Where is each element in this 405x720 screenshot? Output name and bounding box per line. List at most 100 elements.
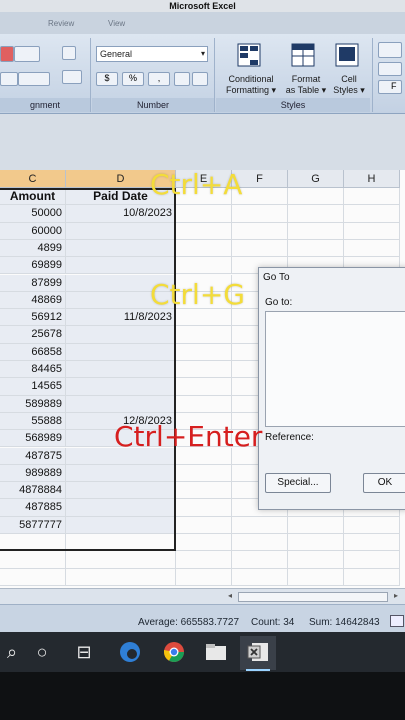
cell[interactable] — [176, 309, 232, 327]
cell[interactable] — [232, 516, 288, 534]
cell-amount[interactable]: 4878884 — [0, 482, 66, 500]
scroll-left-icon[interactable]: ◂ — [228, 591, 232, 600]
cell-paid-date[interactable] — [66, 464, 176, 483]
cell-paid-date[interactable] — [66, 516, 176, 534]
search-icon[interactable]: ⌕ — [0, 640, 24, 664]
cell[interactable] — [288, 551, 344, 569]
edge-icon[interactable] — [118, 640, 142, 664]
cell[interactable] — [176, 257, 232, 275]
excel-icon[interactable] — [246, 640, 270, 664]
cell[interactable] — [0, 551, 66, 569]
cell-amount[interactable]: 48869 — [0, 291, 66, 310]
currency-button[interactable]: $ — [96, 72, 118, 86]
cell[interactable] — [176, 343, 232, 361]
cell-amount[interactable]: 487885 — [0, 499, 66, 517]
cell[interactable] — [344, 516, 400, 534]
scroll-right-icon[interactable]: ▸ — [394, 591, 398, 600]
cell[interactable] — [0, 568, 66, 586]
cell-paid-date[interactable]: 10/8/2023 — [66, 205, 176, 223]
scrollbar-thumb[interactable] — [238, 592, 388, 602]
indent-decrease-icon[interactable] — [0, 72, 18, 86]
cell[interactable] — [288, 534, 344, 552]
align-left-icon[interactable] — [14, 46, 40, 62]
cell-amount[interactable]: 55888 — [0, 412, 66, 431]
cell[interactable] — [232, 222, 288, 240]
cell-paid-date[interactable] — [66, 343, 176, 361]
cell[interactable] — [232, 239, 288, 258]
cell[interactable] — [176, 551, 232, 569]
merge-center-icon[interactable] — [62, 70, 82, 84]
cell[interactable] — [232, 551, 288, 569]
cell[interactable] — [176, 464, 232, 483]
cell[interactable] — [288, 222, 344, 240]
cell[interactable] — [176, 326, 232, 344]
cell[interactable] — [344, 205, 400, 223]
cell[interactable] — [344, 534, 400, 552]
comma-button[interactable]: , — [148, 72, 170, 86]
conditional-formatting-button[interactable]: Conditional Formatting ▾ — [220, 74, 282, 96]
file-explorer-icon[interactable] — [204, 640, 228, 664]
cell[interactable] — [344, 568, 400, 586]
cell-amount[interactable]: 84465 — [0, 361, 66, 379]
format-cells-button[interactable]: F — [378, 80, 402, 94]
increase-decimal-icon[interactable] — [174, 72, 190, 86]
cell[interactable] — [344, 551, 400, 569]
cell[interactable] — [176, 499, 232, 517]
goto-list[interactable] — [265, 311, 405, 427]
insert-cells-icon[interactable] — [378, 42, 402, 58]
cell-amount[interactable]: 50000 — [0, 205, 66, 223]
merge-icon[interactable] — [0, 46, 14, 62]
cell[interactable] — [66, 568, 176, 586]
cell[interactable] — [344, 188, 400, 206]
conditional-formatting-icon[interactable] — [236, 42, 262, 70]
percent-button[interactable]: % — [122, 72, 144, 86]
cell[interactable] — [232, 205, 288, 223]
indent-increase-icon[interactable] — [18, 72, 50, 86]
chrome-icon[interactable] — [162, 640, 186, 664]
cell-paid-date[interactable]: 11/8/2023 — [66, 309, 176, 327]
column-header-c[interactable]: C — [0, 170, 66, 188]
cell[interactable] — [176, 568, 232, 586]
cell[interactable] — [66, 551, 176, 569]
cell-paid-date[interactable] — [66, 499, 176, 517]
column-header-h[interactable]: H — [344, 170, 400, 188]
cell[interactable] — [176, 534, 232, 552]
cell[interactable] — [288, 516, 344, 534]
cell[interactable] — [176, 378, 232, 396]
cell[interactable] — [176, 239, 232, 258]
cell-amount[interactable]: 69899 — [0, 257, 66, 275]
cell-amount-header[interactable]: Amount — [0, 188, 66, 206]
cell[interactable] — [288, 205, 344, 223]
cell-amount[interactable]: 60000 — [0, 222, 66, 240]
cortana-icon[interactable]: ○ — [30, 640, 54, 664]
cell-paid-date[interactable] — [66, 395, 176, 413]
cell[interactable] — [176, 516, 232, 534]
goto-dialog[interactable]: Go To Go to: Reference: Special... OK — [258, 267, 405, 510]
cell-amount[interactable]: 56912 — [0, 309, 66, 327]
cell[interactable] — [232, 534, 288, 552]
tab-review[interactable]: Review — [48, 19, 74, 28]
cell[interactable] — [288, 239, 344, 258]
column-header-g[interactable]: G — [288, 170, 344, 188]
cell[interactable] — [344, 239, 400, 258]
cell[interactable] — [176, 222, 232, 240]
number-format-dropdown[interactable]: General ▾ — [96, 46, 208, 62]
cell-styles-icon[interactable] — [334, 42, 360, 70]
ok-button[interactable]: OK — [363, 473, 405, 493]
cell[interactable] — [0, 534, 66, 552]
format-as-table-icon[interactable] — [290, 42, 316, 70]
wrap-text-icon[interactable] — [62, 46, 76, 60]
cell[interactable] — [344, 222, 400, 240]
cell[interactable] — [66, 534, 176, 552]
cell[interactable] — [176, 361, 232, 379]
cell-paid-date[interactable] — [66, 482, 176, 500]
cell-styles-button[interactable]: Cell Styles ▾ — [330, 74, 368, 96]
cell-amount[interactable]: 989889 — [0, 464, 66, 483]
horizontal-scrollbar[interactable]: ◂ ▸ — [0, 588, 405, 604]
cell-paid-date[interactable] — [66, 239, 176, 258]
normal-view-icon[interactable] — [390, 615, 404, 627]
format-as-table-button[interactable]: Format as Table ▾ — [280, 74, 332, 96]
cell-amount[interactable]: 487875 — [0, 447, 66, 465]
special-button[interactable]: Special... — [265, 473, 331, 493]
task-view-icon[interactable]: ⊟ — [72, 640, 96, 664]
